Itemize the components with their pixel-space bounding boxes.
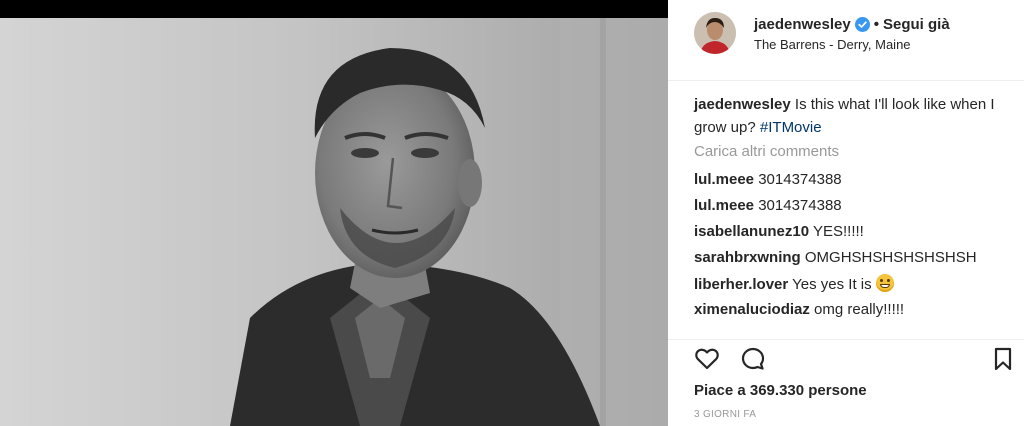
comment-username[interactable]: isabellanunez10 [694, 223, 809, 240]
post-actions [668, 340, 1024, 380]
portrait-photo [0, 18, 668, 426]
comment-text: omg really!!!!! [814, 301, 905, 318]
comment-text: 3014374388 [758, 197, 842, 214]
comment-username[interactable]: liberher.lover [694, 276, 788, 293]
comment-item: liberher.lover Yes yes It is [694, 274, 894, 295]
post-photo[interactable] [0, 18, 668, 426]
verified-badge-icon [854, 16, 870, 32]
post-details-panel: jaedenwesley • Segui già The Barrens - D… [668, 0, 1024, 426]
comment-icon[interactable] [740, 346, 766, 372]
likes-count[interactable]: Piace a 369.330 persone [694, 382, 867, 399]
post-header: jaedenwesley • Segui già The Barrens - D… [668, 0, 1024, 81]
comments-list[interactable]: jaedenwesley Is this what I'll look like… [668, 81, 1024, 339]
comment-item: ximenaluciodiaz omg really!!!!! [694, 300, 904, 320]
author-row: jaedenwesley • Segui già [754, 14, 950, 34]
post-timestamp[interactable]: 3 GIORNI FA [694, 409, 756, 420]
profile-avatar[interactable] [694, 12, 736, 54]
comment-username[interactable]: lul.meee [694, 171, 754, 188]
photo-pane [0, 0, 668, 426]
comment-text: 3014374388 [758, 171, 842, 188]
bookmark-icon[interactable] [990, 346, 1016, 372]
post-caption: jaedenwesley Is this what I'll look like… [694, 93, 1012, 139]
load-more-comments-button[interactable]: Carica altri comments [694, 143, 839, 160]
comment-text: YES!!!!! [812, 223, 864, 240]
caption-username[interactable]: jaedenwesley [694, 96, 791, 113]
avatar-image [694, 12, 736, 54]
follow-separator: • [873, 15, 879, 33]
heart-icon[interactable] [694, 346, 720, 372]
comment-username[interactable]: sarahbrxwning [694, 249, 801, 266]
comment-username[interactable]: lul.meee [694, 197, 754, 214]
photo-top-band [0, 0, 668, 18]
post-location[interactable]: The Barrens - Derry, Maine [754, 37, 911, 52]
comment-username[interactable]: ximenaluciodiaz [694, 301, 810, 318]
comment-text: OMGHSHSHSHSHSHSH [804, 249, 977, 266]
comment-item: lul.meee 3014374388 [694, 196, 842, 216]
comment-item: sarahbrxwning OMGHSHSHSHSHSHSH [694, 248, 977, 268]
grinning-face-emoji-icon [875, 274, 894, 292]
following-button[interactable]: Segui già [883, 16, 950, 33]
comment-item: lul.meee 3014374388 [694, 170, 842, 190]
author-username[interactable]: jaedenwesley [754, 16, 851, 33]
caption-hashtag[interactable]: #ITMovie [760, 119, 822, 136]
comment-text: Yes yes It is [792, 276, 872, 293]
comment-item: isabellanunez10 YES!!!!! [694, 222, 864, 242]
